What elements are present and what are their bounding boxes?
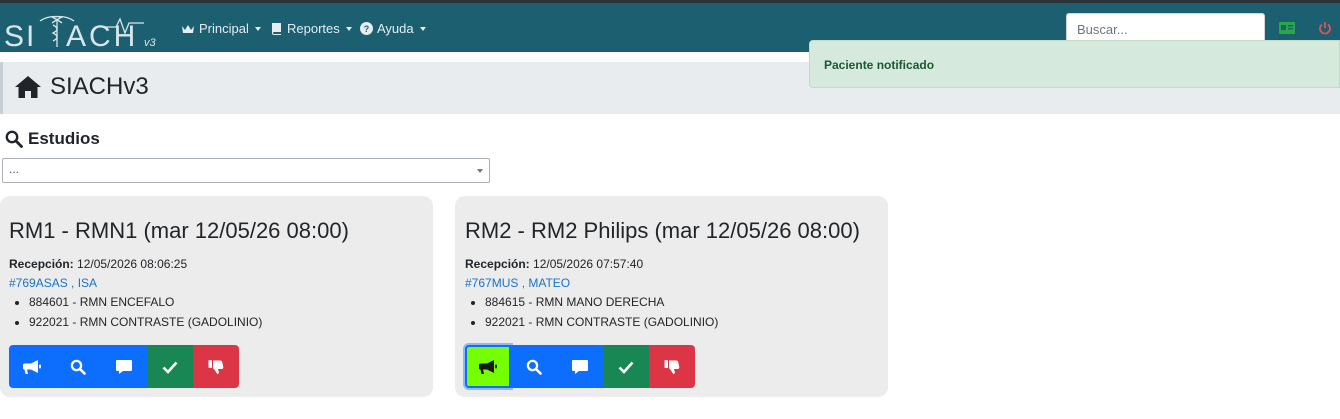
card-reception: Recepción: 12/05/2026 07:57:40 — [465, 257, 643, 271]
view-study-button[interactable] — [511, 345, 557, 388]
search-icon — [526, 359, 542, 375]
nav-principal-label: Principal — [199, 21, 249, 36]
reception-value: 12/05/2026 07:57:40 — [533, 257, 644, 271]
studies-select-value: ... — [9, 162, 20, 176]
reception-value: 12/05/2026 08:06:25 — [77, 257, 188, 271]
search-icon — [5, 130, 23, 148]
logo-text: S — [4, 20, 27, 49]
reception-label: Recepción: — [465, 257, 530, 271]
card-actions — [9, 345, 239, 388]
chevron-down-icon — [477, 169, 483, 173]
logo-version: v3 — [144, 37, 157, 49]
list-item: 922021 - RMN CONTRASTE (GADOLINIO) — [485, 315, 718, 335]
search-icon — [70, 359, 86, 375]
check-icon — [162, 361, 178, 374]
thumbs-down-icon — [208, 359, 224, 374]
list-item: 922021 - RMN CONTRASTE (GADOLINIO) — [29, 315, 262, 335]
studies-heading: Estudios — [5, 129, 100, 149]
megaphone-icon — [23, 359, 41, 374]
book-icon — [272, 23, 281, 35]
study-list: 884601 - RMN ENCEFALO 922021 - RMN CONTR… — [13, 295, 262, 335]
reject-button[interactable] — [193, 345, 239, 388]
study-list: 884615 - RMN MANO DERECHA 922021 - RMN C… — [469, 295, 718, 335]
chevron-down-icon — [345, 26, 352, 31]
toast-message: Paciente notificado — [824, 58, 935, 72]
check-icon — [618, 361, 634, 374]
page-title-text: SIACHv3 — [50, 73, 149, 100]
patient-link[interactable]: #769ASAS , ISA — [9, 276, 97, 290]
studies-heading-text: Estudios — [28, 129, 100, 148]
home-icon[interactable] — [14, 75, 42, 99]
nav-ayuda[interactable]: ? Ayuda — [360, 21, 426, 36]
card-title: RM1 - RMN1 (mar 12/05/26 08:00) — [9, 218, 349, 243]
list-item: 884601 - RMN ENCEFALO — [29, 295, 262, 315]
notify-button[interactable] — [465, 345, 511, 388]
card-reception: Recepción: 12/05/2026 08:06:25 — [9, 257, 187, 271]
megaphone-icon — [479, 359, 497, 374]
card-actions — [465, 345, 695, 388]
page-title: SIACHv3 — [14, 73, 149, 101]
chevron-down-icon — [419, 26, 426, 31]
study-card-rm2: RM2 - RM2 Philips (mar 12/05/26 08:00) R… — [455, 196, 888, 397]
card-title: RM2 - RM2 Philips (mar 12/05/26 08:00) — [465, 218, 860, 243]
chevron-down-icon — [254, 26, 261, 31]
nav-reportes-label: Reportes — [287, 21, 340, 36]
notification-toast: Paciente notificado — [809, 40, 1340, 88]
comment-icon — [116, 359, 132, 374]
thumbs-down-icon — [664, 359, 680, 374]
question-circle-icon: ? — [360, 22, 373, 35]
comment-button[interactable] — [101, 345, 147, 388]
notify-button[interactable] — [9, 345, 55, 388]
svg-text:ACH: ACH — [66, 20, 138, 49]
nav-reportes[interactable]: Reportes — [271, 21, 352, 36]
view-study-button[interactable] — [55, 345, 101, 388]
nav-ayuda-label: Ayuda — [377, 21, 414, 36]
patient-link[interactable]: #767MUS , MATEO — [465, 276, 570, 290]
complete-button[interactable] — [147, 345, 193, 388]
complete-button[interactable] — [603, 345, 649, 388]
list-item: 884615 - RMN MANO DERECHA — [485, 295, 718, 315]
reject-button[interactable] — [649, 345, 695, 388]
reception-label: Recepción: — [9, 257, 74, 271]
crown-icon — [182, 24, 194, 33]
study-card-rm1: RM1 - RMN1 (mar 12/05/26 08:00) Recepció… — [0, 196, 433, 397]
svg-text:?: ? — [364, 24, 370, 34]
power-icon[interactable] — [1318, 21, 1332, 35]
comment-icon — [572, 359, 588, 374]
id-card-icon[interactable] — [1279, 21, 1295, 35]
comment-button[interactable] — [557, 345, 603, 388]
studies-select[interactable]: ... — [2, 158, 490, 183]
siach-logo[interactable]: S I ACH v3 — [4, 13, 164, 49]
nav-principal[interactable]: Principal — [181, 21, 261, 36]
svg-text:I: I — [26, 20, 37, 49]
